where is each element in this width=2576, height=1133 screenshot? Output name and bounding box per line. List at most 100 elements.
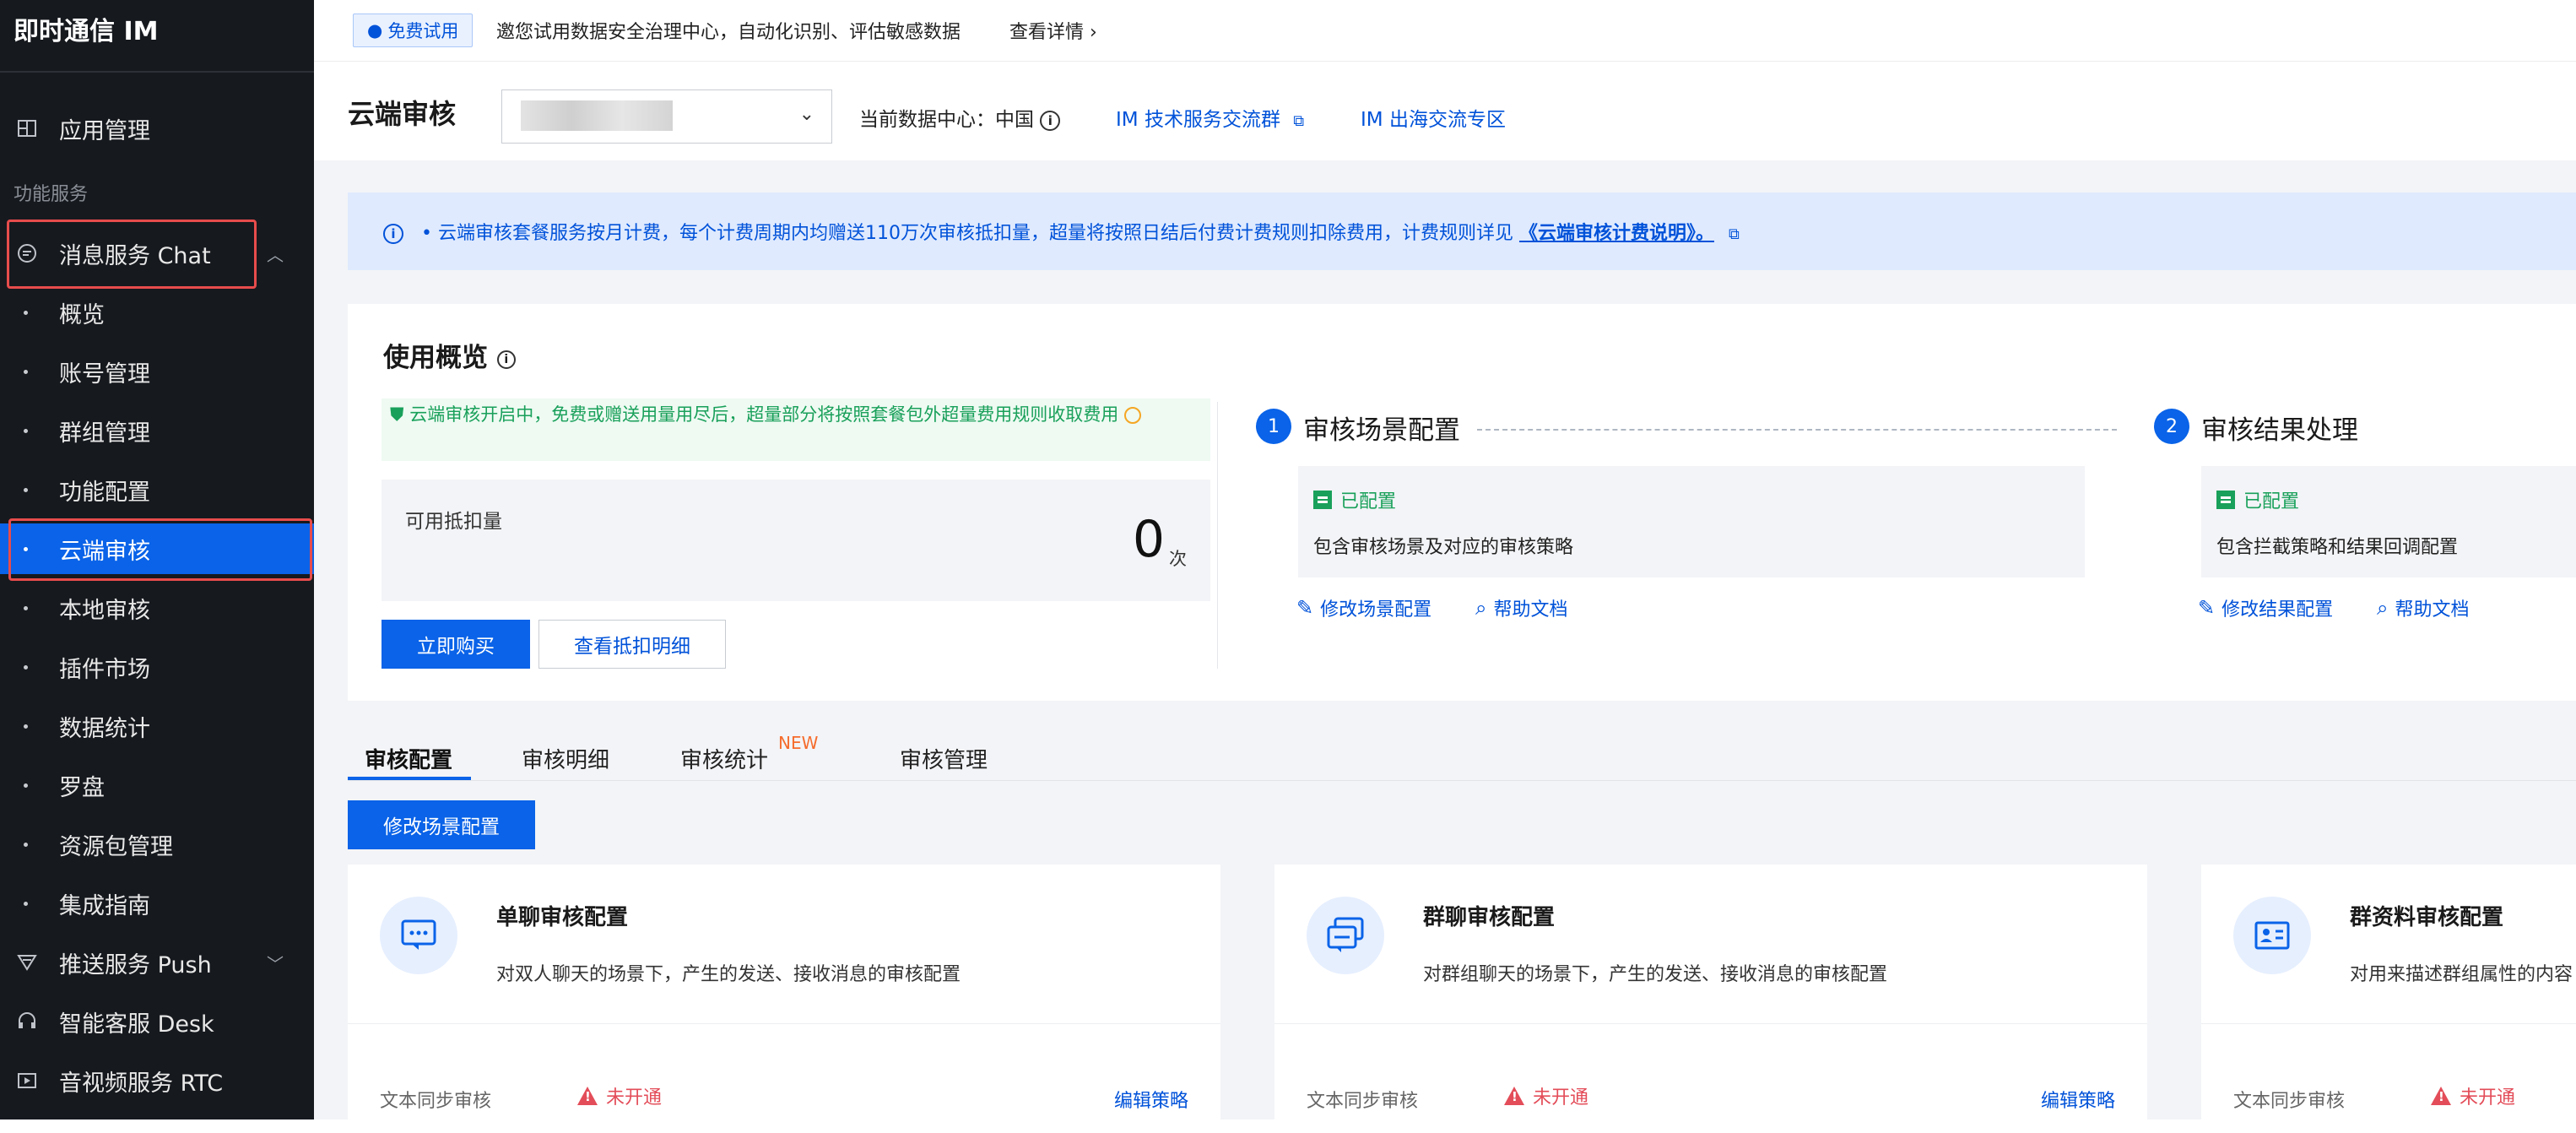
bullet-dot-icon [24,369,28,374]
step-title: 审核场景配置 [1303,415,1460,446]
edit-icon: ✎ [2198,596,2216,620]
info-icon[interactable]: i [1040,110,1061,131]
info-icon[interactable]: i [496,350,516,369]
sidebar-subitem-overview[interactable]: 概览 [0,287,314,338]
info-icon: i [383,224,403,244]
sidebar-subitem-compass[interactable]: 罗盘 [0,760,314,810]
sidebar-item-label: 应用管理 [59,117,150,144]
warning-icon [1504,1087,1524,1105]
configured-icon [2216,491,2235,509]
step-status-box: 已配置 包含拦截策略和结果回调配置 [2201,466,2576,577]
bullet-dot-icon [24,901,28,906]
modify-scene-config-button[interactable]: 修改场景配置 [348,800,535,849]
sidebar-subitem-accounts[interactable]: 账号管理 [0,346,314,397]
quota-unit: 次 [1169,549,1187,569]
notice-details-link[interactable]: 查看详情 › [1009,17,1097,44]
modify-scene-config-link-text: 修改场景配置 [1320,599,1432,621]
card-title: 单聊审核配置 [496,905,629,930]
notice-bar: ● 免费试用 邀您试用数据安全治理中心，自动化识别、评估敏感数据 查看详情 › [314,0,2576,62]
billing-doc-link[interactable]: 《云端审核计费说明》。 [1519,223,1714,244]
send-icon [15,951,39,974]
search-icon: ⌕ [1475,596,1487,620]
configured-status-text: 已配置 [2243,491,2300,512]
notice-text: 邀您试用数据安全治理中心，自动化识别、评估敏感数据 [496,22,961,43]
drop-icon: ● [367,20,383,41]
view-deduction-details-button[interactable]: 查看抵扣明细 [538,620,726,669]
brand-title: 即时通信 IM [14,17,159,46]
external-link-icon: ⧉ [1293,112,1305,130]
chat-message-icon [380,897,457,974]
sidebar-subitem-local-moderation[interactable]: 本地审核 [0,583,314,633]
group-chat-icon [1307,897,1384,974]
card-divider [348,1023,1220,1024]
sidebar-item-app-management[interactable]: 应用管理 [0,103,314,154]
sidebar-item-label: 插件市场 [59,656,150,683]
step-connector-line [1477,429,2117,431]
sidebar-subitem-features[interactable]: 功能配置 [0,464,314,515]
active-tab-indicator [348,777,471,780]
buy-now-button[interactable]: 立即购买 [382,620,530,669]
step-description: 包含审核场景及对应的审核策略 [1313,537,1574,558]
single-chat-config-card: 单聊审核配置 对双人聊天的场景下，产生的发送、接收消息的审核配置 文本同步审核 … [348,865,1220,1119]
tab-moderation-config[interactable]: 审核配置 [365,743,452,774]
billing-info-banner: i • 云端审核套餐服务按月计费，每个计费周期内均赠送110万次审核抵扣量，超量… [348,192,2576,270]
edit-policy-link[interactable]: 编辑策略 [1114,1086,1188,1113]
bullet-dot-icon [24,487,28,492]
config-status-text: 未开通 [2460,1087,2516,1109]
configured-status: 已配置 [1313,486,1396,513]
free-trial-badge[interactable]: ● 免费试用 [353,14,474,47]
sidebar-item-label: 群组管理 [59,420,150,447]
bullet-dot-icon [24,428,28,433]
video-icon [15,1069,39,1092]
sidebar-group-label: 功能服务 [14,184,89,205]
quota-box: 可用抵扣量 0 次 [382,480,1210,601]
bullet-dot-icon [24,605,28,610]
sidebar-subitem-statistics[interactable]: 数据统计 [0,701,314,751]
step-description: 包含拦截策略和结果回调配置 [2216,537,2459,558]
help-doc-link[interactable]: ⌕ 帮助文档 [1475,594,1567,621]
overseas-zone-link[interactable]: IM 出海交流专区 [1361,103,1506,132]
step-title: 审核结果处理 [2201,415,2358,446]
modify-result-config-link[interactable]: ✎ 修改结果配置 [2198,594,2333,621]
tech-group-link-text: IM 技术服务交流群 [1116,109,1280,131]
sidebar: 即时通信 IM 应用管理 功能服务 消息服务 Chat ︿ 概览 账号管理 群组… [0,0,314,1119]
sidebar-subitem-plugins[interactable]: 插件市场 [0,642,314,692]
card-title: 群资料审核配置 [2350,905,2504,930]
card-divider [1274,1023,2147,1024]
sidebar-subitem-resource-packs[interactable]: 资源包管理 [0,819,314,870]
sidebar-item-label: 集成指南 [59,892,150,919]
bullet-dot-icon [24,783,28,788]
config-key: 文本同步审核 [2233,1091,2346,1112]
sidebar-subitem-integration-guide[interactable]: 集成指南 [0,878,314,929]
shield-check-icon: ⛊ [390,404,404,426]
sidebar-item-rtc[interactable]: 音视频服务 RTC [0,1055,314,1106]
quota-value: 0 [1132,510,1165,569]
card-divider [2201,1023,2576,1024]
tab-moderation-stats[interactable]: 审核统计 [680,743,768,774]
data-center-text: 当前数据中心：中国 [859,109,1034,131]
warning-icon [577,1087,598,1105]
tab-moderation-details[interactable]: 审核明细 [522,743,609,774]
app-select-dropdown[interactable]: ⌄ [501,89,832,144]
edit-policy-link[interactable]: 编辑策略 [2041,1086,2115,1113]
card-description: 对双人聊天的场景下，产生的发送、接收消息的审核配置 [496,964,961,985]
card-title: 群聊审核配置 [1423,905,1556,930]
sidebar-item-label: 本地审核 [59,597,150,624]
tab-moderation-management[interactable]: 审核管理 [900,743,988,774]
sidebar-item-push[interactable]: 推送服务 Push ﹀ [0,937,314,988]
sidebar-item-label: 概览 [59,301,105,328]
sidebar-item-label: 罗盘 [59,774,105,801]
help-doc-link-text: 帮助文档 [1493,599,1568,621]
help-doc-link[interactable]: ⌕ 帮助文档 [2377,594,2469,621]
config-status: 未开通 [577,1082,662,1109]
tech-group-link[interactable]: IM 技术服务交流群 ⧉ [1116,103,1304,132]
modify-scene-config-link[interactable]: ✎ 修改场景配置 [1296,594,1431,621]
sidebar-subitem-groups[interactable]: 群组管理 [0,405,314,456]
config-status: 未开通 [2431,1082,2515,1109]
sidebar-item-desk[interactable]: 智能客服 Desk [0,996,314,1047]
data-center-label: 当前数据中心：中国 i [859,103,1061,132]
billing-info-prefix: • 云端审核套餐服务按月计费，每个计费周期内均赠送110万次审核抵扣量，超量将按… [421,223,1513,244]
moderation-status-text: 云端审核开启中，免费或赠送用量用尽后，超量部分将按照套餐包外超量费用规则收取费用 [409,404,1119,425]
sidebar-item-label: 智能客服 Desk [59,1011,214,1038]
app-grid-icon [15,117,39,140]
